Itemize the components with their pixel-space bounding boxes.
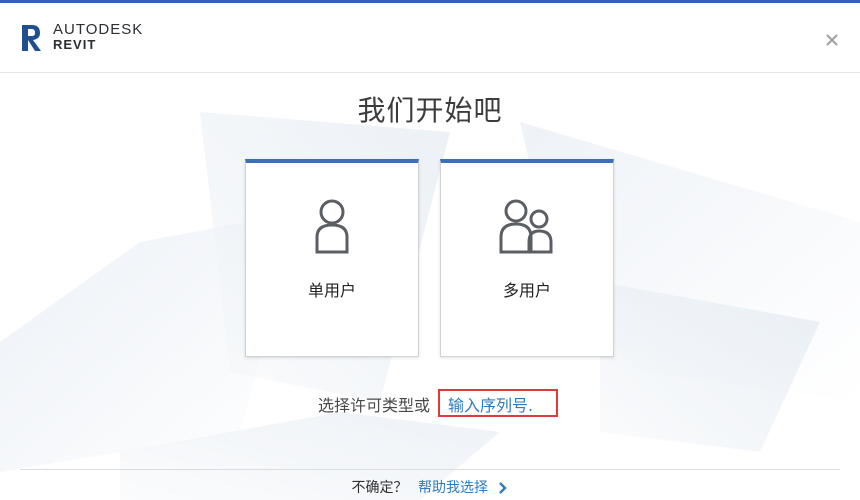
brand-name: AUTODESK xyxy=(53,21,144,38)
dialog-title: 我们开始吧 xyxy=(357,94,503,127)
footer-question: 不确定？ xyxy=(351,480,408,496)
footer-help: 不确定？ 帮助我选择 xyxy=(0,477,860,497)
background-art xyxy=(0,112,860,500)
single-user-icon xyxy=(315,199,349,254)
single-user-label: 单用户 xyxy=(307,281,356,300)
footer-divider xyxy=(20,469,840,470)
multi-user-icon xyxy=(499,199,553,254)
help-me-choose-link[interactable]: 帮助我选择 xyxy=(418,480,488,496)
product-name: REVIT xyxy=(53,37,97,52)
close-icon[interactable] xyxy=(826,34,838,46)
revit-logo-icon xyxy=(22,25,41,51)
chevron-right-icon[interactable] xyxy=(498,481,508,495)
single-user-card[interactable]: 单用户 xyxy=(245,159,419,357)
enter-serial-link[interactable]: 输入序列号. xyxy=(448,392,533,416)
license-dialog: AUTODESK REVIT 我们开始吧 单用户 多用户 选择许可类型或 输入序… xyxy=(0,0,860,500)
multi-user-card[interactable]: 多用户 xyxy=(440,159,614,357)
dialog-header: AUTODESK REVIT xyxy=(0,3,860,73)
license-prompt: 选择许可类型或 xyxy=(318,396,431,415)
multi-user-label: 多用户 xyxy=(502,281,551,300)
